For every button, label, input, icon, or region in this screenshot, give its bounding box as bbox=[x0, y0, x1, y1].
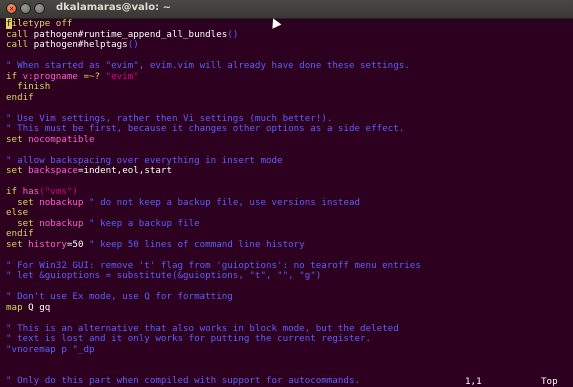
code-token: ("vms") bbox=[39, 186, 78, 197]
code-token: " do not keep a backup file, use version… bbox=[89, 196, 361, 208]
code-line[interactable]: set nobackup " do not keep a backup file… bbox=[6, 196, 573, 209]
code-line[interactable]: finish bbox=[6, 81, 573, 93]
code-token: if bbox=[6, 186, 23, 197]
vim-status-line: 1,1 Top bbox=[0, 376, 573, 387]
code-token: finish bbox=[6, 81, 51, 92]
code-token: pathogen#helptags bbox=[33, 39, 128, 50]
code-token: backspace bbox=[28, 165, 78, 176]
vim-editor[interactable]: filetype off call pathogen#runtime_append… bbox=[6, 18, 573, 387]
code-token: set bbox=[6, 238, 29, 250]
code-line[interactable]: call pathogen#helptags() bbox=[6, 39, 573, 51]
maximize-button[interactable] bbox=[34, 3, 45, 14]
code-token: =50 bbox=[66, 238, 90, 250]
code-token: Q gq bbox=[28, 301, 51, 313]
code-token: v:progname bbox=[22, 70, 84, 82]
code-line[interactable]: set nocompatible bbox=[6, 133, 573, 146]
code-token: nobackup bbox=[39, 196, 89, 208]
code-token: else bbox=[6, 207, 29, 218]
code-line[interactable] bbox=[6, 355, 573, 366]
code-token: endif bbox=[6, 228, 34, 239]
code-token: iletype off bbox=[11, 18, 73, 29]
code-token: " text is lost and it only works for put… bbox=[6, 333, 372, 344]
title-bar[interactable]: × dkalamaras@valo: ~ bbox=[0, 0, 573, 19]
close-icon: × bbox=[9, 4, 14, 13]
code-token: set bbox=[6, 165, 29, 176]
code-token: has bbox=[22, 186, 40, 197]
code-line[interactable]: map Q gq bbox=[6, 301, 573, 314]
code-token: () bbox=[227, 28, 239, 40]
code-token: "evim" bbox=[105, 70, 139, 82]
code-line[interactable]: set nobackup " keep a backup file bbox=[6, 217, 573, 230]
code-token: pathogen#runtime_append_all_bundles bbox=[33, 28, 228, 40]
code-token: " Use Vim settings, rather then Vi setti… bbox=[6, 112, 333, 124]
code-token: " allow backspacing over everything in i… bbox=[6, 154, 283, 166]
window-title: dkalamaras@valo: ~ bbox=[56, 2, 171, 13]
code-token: if bbox=[6, 70, 23, 82]
code-token: set bbox=[6, 217, 40, 229]
code-token: " This must be first, because it changes… bbox=[6, 123, 405, 134]
code-token: () bbox=[127, 39, 139, 50]
code-line[interactable]: " let &guioptions = substitute(&guioptio… bbox=[6, 270, 573, 282]
code-token: " Don't use Ex mode, use Q for formattin… bbox=[6, 291, 233, 302]
code-line[interactable]: endif bbox=[6, 91, 573, 104]
code-token: set bbox=[6, 196, 40, 208]
code-line[interactable] bbox=[6, 177, 573, 188]
terminal-window: × dkalamaras@valo: ~ filetype off call pa… bbox=[0, 0, 573, 387]
code-line[interactable]: if v:progname =~? "evim" bbox=[6, 70, 573, 83]
code-token: set bbox=[6, 133, 29, 145]
code-token: " keep a backup file bbox=[89, 217, 200, 229]
code-token: " When started as "evim", evim.vim will … bbox=[6, 60, 410, 71]
code-token: =indent,eol,start bbox=[77, 165, 172, 176]
code-token: " This is an alternative that also works… bbox=[6, 322, 399, 334]
code-token: endif bbox=[6, 91, 34, 103]
code-token: call bbox=[6, 28, 34, 40]
code-line[interactable]: "vnoremap p "_dp bbox=[6, 343, 573, 356]
code-token: nocompatible bbox=[28, 133, 95, 145]
close-button[interactable]: × bbox=[6, 3, 17, 14]
code-token: " let &guioptions = substitute(&guioptio… bbox=[6, 270, 322, 281]
code-line[interactable]: " Don't use Ex mode, use Q for formattin… bbox=[6, 291, 573, 303]
maximize-icon bbox=[35, 4, 44, 13]
scroll-position: Top bbox=[541, 376, 558, 387]
code-token: "vnoremap p "_dp bbox=[6, 343, 95, 355]
code-line[interactable]: set history=50 " keep 50 lines of comman… bbox=[6, 238, 573, 251]
minimize-button[interactable] bbox=[20, 3, 31, 14]
code-token: map bbox=[6, 301, 29, 313]
code-token: call bbox=[6, 39, 34, 50]
code-line[interactable]: set backspace=indent,eol,start bbox=[6, 165, 573, 177]
code-token: nobackup bbox=[39, 217, 89, 229]
code-token: " For Win32 GUI: remove 't' flag from 'g… bbox=[6, 259, 421, 271]
code-token: history bbox=[28, 238, 67, 250]
minimize-icon bbox=[21, 4, 30, 13]
code-token: =~? bbox=[83, 70, 106, 82]
cursor-position: 1,1 bbox=[465, 376, 482, 387]
code-token: " keep 50 lines of command line history bbox=[89, 238, 305, 250]
